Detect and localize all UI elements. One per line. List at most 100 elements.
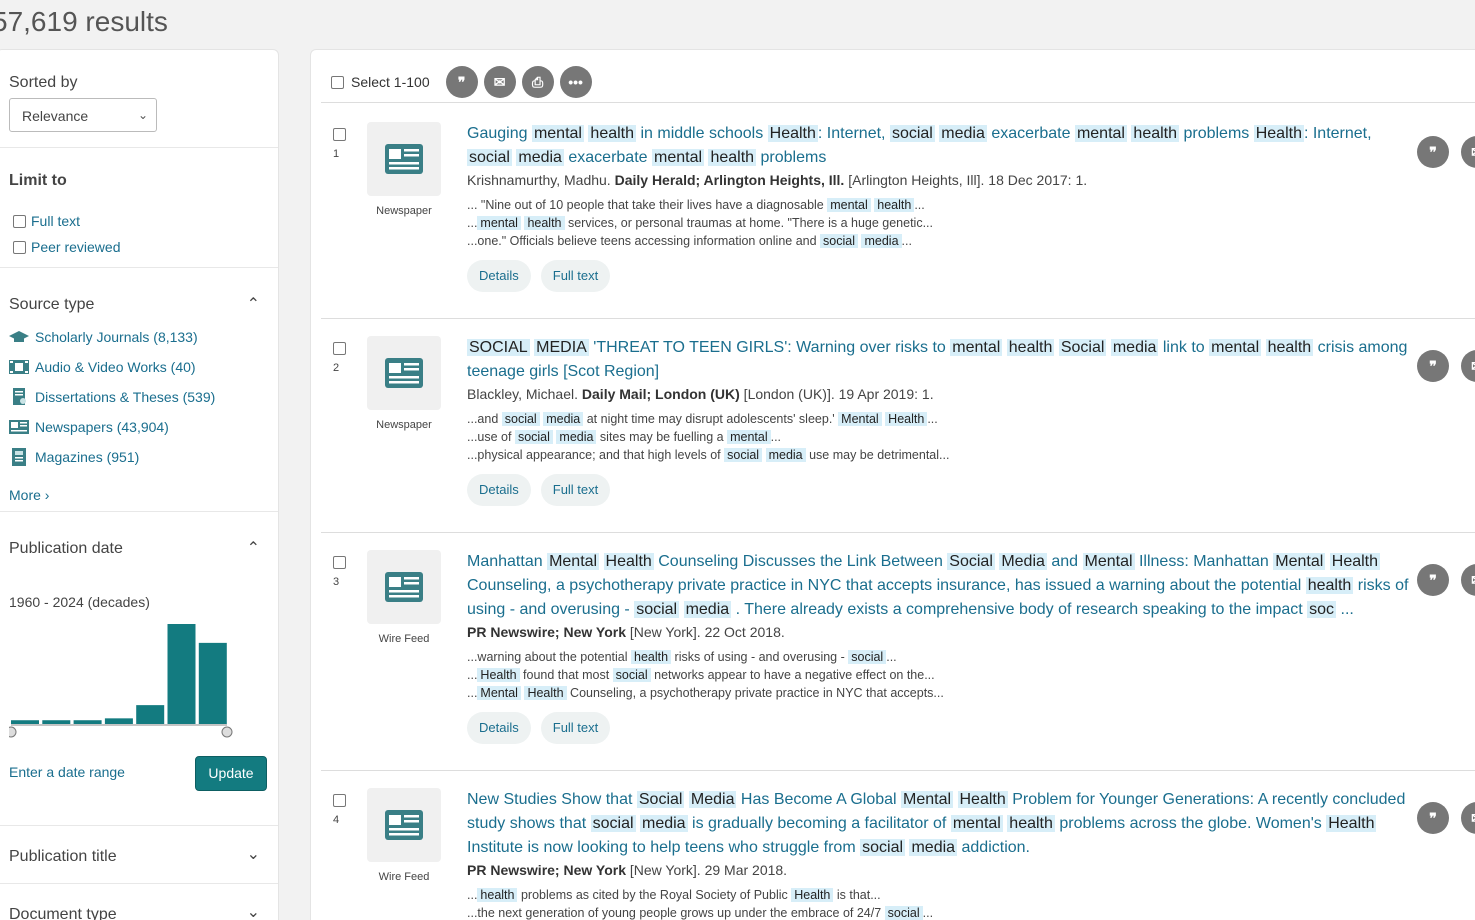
- histogram-bar-2000s[interactable]: [136, 705, 165, 724]
- cite-icon[interactable]: ❞: [1417, 350, 1449, 382]
- result-checkbox[interactable]: [333, 342, 346, 355]
- result-checkbox[interactable]: [333, 128, 346, 141]
- source-item-audio-video[interactable]: Audio & Video Works (40): [9, 358, 196, 376]
- sort-select-value: Relevance: [22, 108, 89, 124]
- histogram-bar-1960s[interactable]: [11, 720, 39, 724]
- snippet-line: ...physical appearance; and that high le…: [467, 446, 1417, 464]
- result-title-link[interactable]: SOCIAL MEDIA 'THREAT TO TEEN GIRLS': War…: [467, 336, 1417, 384]
- result-checkbox[interactable]: [333, 794, 346, 807]
- update-button[interactable]: Update: [195, 756, 267, 791]
- histogram-bar-2020s[interactable]: [198, 642, 227, 724]
- full-text-button[interactable]: Full text: [540, 474, 611, 506]
- text-fragment: is gradually becoming a facilitator of: [687, 815, 951, 832]
- chevron-up-icon[interactable]: ⌃: [247, 294, 260, 314]
- checkbox[interactable]: [13, 240, 26, 254]
- more-options-icon[interactable]: •••: [559, 66, 592, 98]
- search-term-highlight: Mental: [901, 791, 954, 808]
- email-icon[interactable]: ✉: [1461, 802, 1475, 834]
- search-term-highlight: Health: [1326, 815, 1377, 832]
- cite-icon[interactable]: ❞: [1417, 802, 1449, 834]
- full-text-button[interactable]: Full text: [540, 260, 611, 292]
- limit-peer-reviewed[interactable]: Peer reviewed: [13, 239, 121, 255]
- publication-date-histogram[interactable]: [9, 612, 249, 740]
- result-quick-actions: ❞✉: [1417, 350, 1475, 382]
- source-type-thumbnail[interactable]: [367, 336, 441, 410]
- histogram-bar-1970s[interactable]: [42, 720, 71, 724]
- result-number: 1: [333, 148, 340, 160]
- search-term-highlight: health: [1007, 815, 1055, 832]
- search-term-highlight: mental: [652, 149, 705, 166]
- text-fragment: ...: [901, 234, 912, 248]
- print-icon[interactable]: ⎙: [521, 66, 554, 98]
- limit-to-section: Limit to Full text Peer reviewed: [0, 148, 278, 268]
- search-term-highlight: mental: [950, 339, 1003, 356]
- document-type-section[interactable]: Document type ⌄: [0, 884, 278, 920]
- text-fragment: at night time may disrupt adolescents' s…: [583, 412, 839, 426]
- histogram-bar-1990s[interactable]: [104, 718, 133, 724]
- text-fragment: exacerbate: [986, 125, 1075, 142]
- checkbox[interactable]: [331, 75, 344, 89]
- result-body: Gauging mental health in middle schools …: [467, 122, 1417, 292]
- source-type-title: Source type: [9, 296, 95, 313]
- publication-name: Daily Herald; Arlington Heights, Ill.: [614, 172, 845, 188]
- search-term-highlight: Media: [688, 791, 737, 808]
- histogram-bar-1980s[interactable]: [73, 720, 102, 724]
- source-item-magazines[interactable]: Magazines (951): [9, 448, 139, 466]
- source-type-more-link[interactable]: More ›: [9, 487, 49, 503]
- range-end-handle[interactable]: [221, 726, 233, 738]
- text-fragment: use may be detrimental...: [805, 448, 950, 462]
- chevron-up-icon[interactable]: ⌃: [247, 538, 260, 558]
- citation-text: Blackley, Michael.: [467, 386, 582, 402]
- date-range-label: 1960 - 2024 (decades): [9, 594, 150, 610]
- source-type-thumbnail[interactable]: [367, 788, 441, 862]
- search-term-highlight: soc: [1307, 601, 1337, 618]
- result-body: Manhattan Mental Health Counseling Discu…: [467, 550, 1417, 744]
- snippet-line: ... Mental Health Counseling, a psychothe…: [467, 684, 1417, 702]
- result-title-link[interactable]: Gauging mental health in middle schools …: [467, 122, 1417, 170]
- chevron-down-icon[interactable]: ⌄: [247, 844, 260, 864]
- histogram-bar-2010s[interactable]: [167, 624, 196, 724]
- result-checkbox[interactable]: [333, 556, 346, 569]
- publication-title-section[interactable]: Publication title ⌄: [0, 826, 278, 884]
- enter-date-range-link[interactable]: Enter a date range: [9, 764, 125, 780]
- search-term-highlight: Health: [885, 412, 928, 426]
- cite-icon[interactable]: ❞: [1417, 564, 1449, 596]
- checkbox[interactable]: [13, 214, 26, 228]
- email-icon[interactable]: ✉: [1461, 564, 1475, 596]
- cite-icon[interactable]: ❞: [445, 66, 478, 98]
- range-start-handle[interactable]: [9, 726, 17, 738]
- chevron-down-icon[interactable]: ⌄: [247, 902, 260, 920]
- divider: [321, 532, 1475, 533]
- limit-full-text[interactable]: Full text: [13, 213, 80, 229]
- text-fragment: Gauging: [467, 125, 532, 142]
- search-term-highlight: social: [612, 668, 651, 682]
- email-icon[interactable]: ✉: [1461, 350, 1475, 382]
- full-text-button[interactable]: Full text: [540, 712, 611, 744]
- email-icon[interactable]: ✉: [1461, 136, 1475, 168]
- select-all[interactable]: Select 1-100: [331, 74, 430, 90]
- source-item-label: Scholarly Journals (8,133): [35, 329, 198, 345]
- source-item-scholarly-journals[interactable]: Scholarly Journals (8,133): [9, 328, 198, 346]
- document-type-title: Document type: [9, 906, 117, 920]
- search-term-highlight: media: [516, 149, 564, 166]
- limit-to-title: Limit to: [9, 172, 67, 189]
- chevron-down-icon: ⌄: [137, 108, 148, 122]
- source-type-thumbnail[interactable]: [367, 550, 441, 624]
- details-button[interactable]: Details: [467, 474, 531, 506]
- details-button[interactable]: Details: [467, 260, 531, 292]
- newspaper-icon: [385, 144, 423, 174]
- source-type-thumbnail[interactable]: [367, 122, 441, 196]
- source-item-newspapers[interactable]: Newspapers (43,904): [9, 418, 169, 436]
- result-title-link[interactable]: New Studies Show that Social Media Has B…: [467, 788, 1417, 860]
- details-button[interactable]: Details: [467, 712, 531, 744]
- result-title-link[interactable]: Manhattan Mental Health Counseling Discu…: [467, 550, 1417, 622]
- publication-name: PR Newswire; New York: [467, 862, 626, 878]
- result-citation: Blackley, Michael. Daily Mail; London (U…: [467, 386, 1417, 402]
- source-item-dissertations[interactable]: Dissertations & Theses (539): [9, 388, 215, 406]
- publication-name: Daily Mail; London (UK): [581, 386, 740, 402]
- result-quick-actions: ❞✉: [1417, 564, 1475, 596]
- email-icon[interactable]: ✉: [483, 66, 516, 98]
- search-term-highlight: MEDIA: [534, 339, 589, 356]
- sort-select[interactable]: Relevance ⌄: [9, 98, 157, 132]
- cite-icon[interactable]: ❞: [1417, 136, 1449, 168]
